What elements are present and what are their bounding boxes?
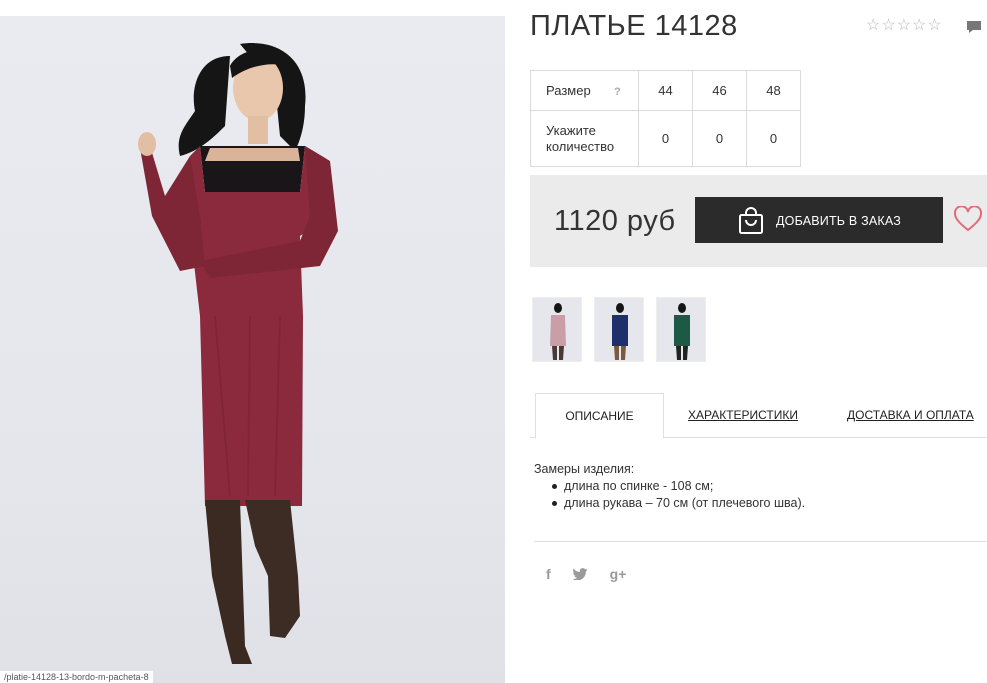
heart-icon[interactable]: [954, 206, 982, 232]
shopping-bag-icon: [739, 207, 763, 234]
product-title: ПЛАТЬЕ 14128: [530, 10, 738, 42]
photo-caption: /platie-14128-13-bordo-m-pacheta-8: [0, 671, 153, 683]
thumb-navy[interactable]: [594, 297, 644, 362]
thumb-green[interactable]: [656, 297, 706, 362]
tab-delivery-payment[interactable]: ДОСТАВКА И ОПЛАТА: [847, 393, 974, 438]
price: 1120 руб: [554, 205, 676, 237]
list-item: длина по спинке - 108 см;: [552, 478, 805, 495]
quantity-row: Укажите количество 0 0 0: [530, 110, 801, 167]
star-icon[interactable]: ☆: [881, 17, 895, 35]
list-item: длина рукава – 70 см (от плечевого шва).: [552, 495, 805, 512]
tab-description[interactable]: ОПИСАНИЕ: [535, 393, 664, 439]
buy-box: 1120 руб ДОБАВИТЬ В ЗАКАЗ: [530, 175, 987, 267]
measurements-list: длина по спинке - 108 см; длина рукава –…: [534, 478, 805, 512]
size-table: Размер ? 44 46 48 Укажите количество 0 0…: [530, 70, 801, 167]
size-label: Размер: [546, 82, 591, 98]
add-to-order-button[interactable]: ДОБАВИТЬ В ЗАКАЗ: [695, 197, 943, 243]
quantity-label: Укажите количество: [530, 110, 639, 167]
comment-icon[interactable]: [966, 20, 982, 34]
social-share: f g+: [546, 566, 626, 582]
description-heading: Замеры изделия:: [534, 462, 635, 476]
thumb-burgundy[interactable]: [532, 297, 582, 362]
star-icon[interactable]: ☆: [897, 17, 911, 35]
star-icon[interactable]: ☆: [912, 17, 926, 35]
quantity-input-46[interactable]: 0: [692, 110, 747, 167]
tab-characteristics[interactable]: ХАРАКТЕРИСТИКИ: [688, 393, 798, 438]
twitter-icon[interactable]: [572, 568, 588, 580]
star-icon[interactable]: ☆: [866, 17, 880, 35]
add-to-order-label: ДОБАВИТЬ В ЗАКАЗ: [776, 214, 902, 228]
model-illustration: [138, 43, 338, 664]
description-panel: Замеры изделия: длина по спинке - 108 см…: [534, 461, 805, 512]
star-icon[interactable]: ☆: [927, 17, 941, 35]
facebook-icon[interactable]: f: [546, 566, 551, 582]
size-label-cell: Размер ?: [530, 70, 639, 111]
google-plus-icon[interactable]: g+: [610, 566, 627, 582]
rating-stars[interactable]: ☆ ☆ ☆ ☆ ☆: [866, 17, 942, 35]
quantity-input-48[interactable]: 0: [746, 110, 801, 167]
size-value: 46: [692, 70, 747, 111]
size-value: 48: [746, 70, 801, 111]
color-variants: [532, 297, 706, 362]
size-row: Размер ? 44 46 48: [530, 70, 801, 111]
size-value: 44: [638, 70, 693, 111]
divider: [534, 541, 987, 542]
product-main-photo[interactable]: /platie-14128-13-bordo-m-pacheta-8: [0, 16, 505, 683]
info-tabs: ОПИСАНИЕ ХАРАКТЕРИСТИКИ ДОСТАВКА И ОПЛАТ…: [530, 393, 987, 439]
size-help-icon[interactable]: ?: [614, 84, 621, 100]
quantity-input-44[interactable]: 0: [638, 110, 693, 167]
